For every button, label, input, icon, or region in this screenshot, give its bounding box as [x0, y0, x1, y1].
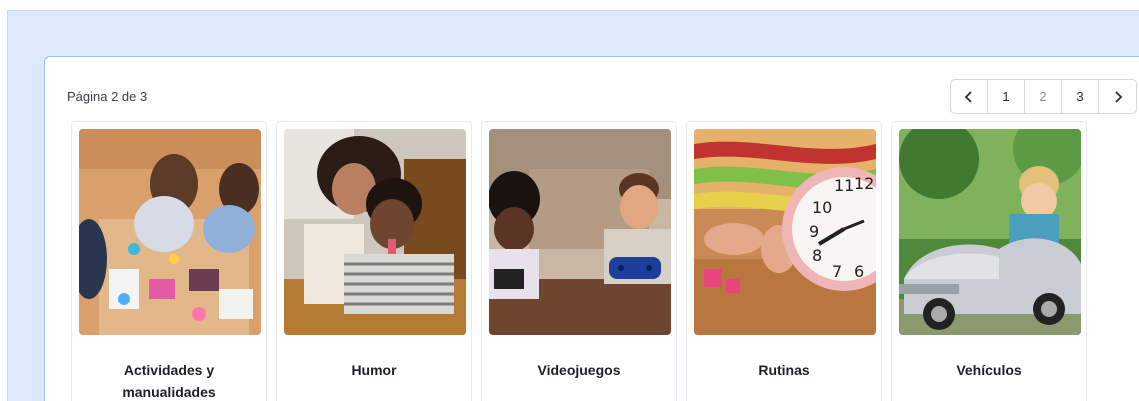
svg-text:8: 8: [812, 246, 822, 265]
category-image-crafts: [79, 129, 261, 335]
page-button-1[interactable]: 1: [988, 80, 1025, 113]
category-image-vehicles: [899, 129, 1081, 335]
category-card-videojuegos[interactable]: Videojuegos: [481, 121, 677, 401]
category-card-rutinas[interactable]: 11 12 10 9 8 7 6 Rutinas: [686, 121, 882, 401]
chevron-right-icon: [1114, 90, 1122, 103]
svg-text:12: 12: [854, 174, 874, 193]
pagination: 1 2 3: [950, 79, 1137, 114]
page-indicator: Página 2 de 3: [67, 89, 148, 104]
category-list: Actividades y manualidades Humor Videoju…: [71, 121, 1087, 401]
page-button-2[interactable]: 2: [1025, 80, 1062, 113]
category-image-humor: [284, 129, 466, 335]
svg-text:11: 11: [834, 176, 854, 195]
category-title: Actividades y manualidades: [122, 362, 216, 400]
category-title: Humor: [351, 362, 397, 378]
category-title: Vehículos: [956, 362, 1022, 378]
category-card-actividades[interactable]: Actividades y manualidades: [71, 121, 267, 401]
chevron-left-icon: [964, 90, 972, 103]
category-image-videogames: [489, 129, 671, 335]
svg-text:9: 9: [809, 222, 819, 241]
page-button-3[interactable]: 3: [1062, 80, 1099, 113]
svg-text:6: 6: [854, 262, 864, 281]
category-title: Rutinas: [758, 362, 810, 378]
page: Página 2 de 3 1 2 3 Actividades y manual…: [0, 0, 1139, 401]
next-page-button[interactable]: [1099, 80, 1136, 113]
category-card-humor[interactable]: Humor: [276, 121, 472, 401]
svg-text:10: 10: [812, 198, 832, 217]
category-title: Videojuegos: [537, 362, 621, 378]
prev-page-button[interactable]: [951, 80, 988, 113]
svg-text:7: 7: [832, 262, 842, 281]
category-image-routines: 11 12 10 9 8 7 6: [694, 129, 876, 335]
category-card-vehiculos[interactable]: Vehículos: [891, 121, 1087, 401]
